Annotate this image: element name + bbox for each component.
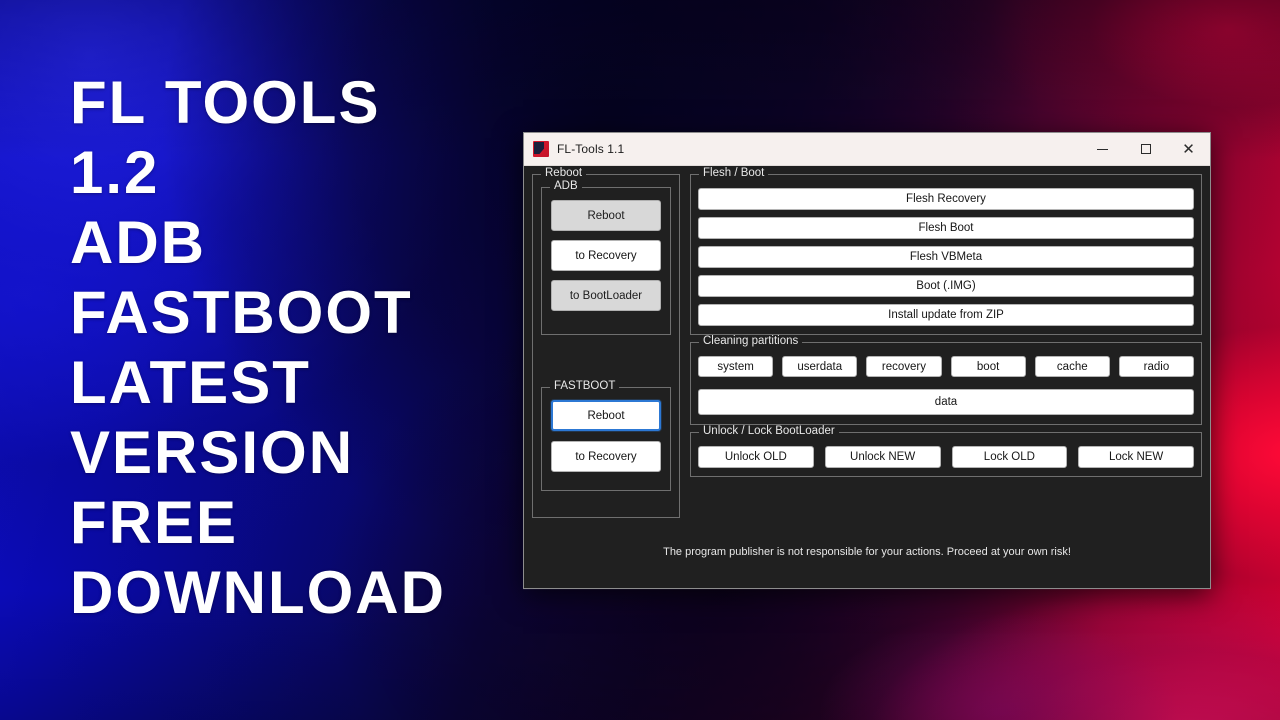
adb-to-bootloader-button[interactable]: to BootLoader: [551, 280, 661, 311]
promo-line-8: DOWNLOAD: [70, 559, 446, 626]
boot-img-button[interactable]: Boot (.IMG): [698, 275, 1194, 297]
adb-group: ADB Reboot to Recovery to BootLoader: [541, 180, 671, 335]
application-window: FL-Tools 1.1 ✕ Reboot ADB Reboot to Reco…: [523, 132, 1211, 589]
window-title: FL-Tools 1.1: [557, 142, 625, 156]
adb-to-recovery-button[interactable]: to Recovery: [551, 240, 661, 271]
maximize-button[interactable]: [1124, 133, 1167, 165]
left-column: Reboot ADB Reboot to Recovery to BootLoa…: [532, 167, 680, 518]
partition-system-button[interactable]: system: [698, 356, 774, 377]
cleaning-partitions-group: Cleaning partitions system userdata reco…: [690, 335, 1202, 425]
content-columns: Reboot ADB Reboot to Recovery to BootLoa…: [532, 167, 1202, 518]
promo-line-7: FREE: [70, 489, 239, 556]
reboot-group-title: Reboot: [541, 167, 587, 179]
close-button[interactable]: ✕: [1167, 133, 1210, 165]
flesh-recovery-button[interactable]: Flesh Recovery: [698, 188, 1194, 210]
promo-line-1: FL TOOLS: [70, 69, 381, 136]
reboot-group: Reboot ADB Reboot to Recovery to BootLoa…: [532, 167, 680, 518]
fastboot-to-recovery-button[interactable]: to Recovery: [551, 441, 661, 472]
flash-boot-group: Flesh / Boot Flesh Recovery Flesh Boot F…: [690, 167, 1202, 335]
right-column: Flesh / Boot Flesh Recovery Flesh Boot F…: [690, 167, 1202, 518]
adb-button-stack: Reboot to Recovery to BootLoader: [551, 200, 661, 311]
unlock-button-row: Unlock OLD Unlock NEW Lock OLD Lock NEW: [698, 446, 1194, 468]
flesh-boot-button[interactable]: Flesh Boot: [698, 217, 1194, 239]
partition-data-button[interactable]: data: [698, 389, 1194, 415]
app-icon: [533, 141, 549, 157]
flash-boot-group-title: Flesh / Boot: [699, 167, 769, 179]
close-icon: ✕: [1182, 140, 1195, 158]
promo-headline: FL TOOLS 1.2 ADB FASTBOOT LATEST VERSION…: [70, 68, 500, 628]
unlock-new-button[interactable]: Unlock NEW: [824, 446, 941, 468]
window-controls: ✕: [1081, 133, 1210, 165]
unlock-lock-bootloader-group: Unlock / Lock BootLoader Unlock OLD Unlo…: [690, 425, 1202, 477]
disclaimer-text: The program publisher is not responsible…: [663, 546, 1071, 558]
cleaning-partitions-group-title: Cleaning partitions: [699, 335, 803, 347]
install-update-from-zip-button[interactable]: Install update from ZIP: [698, 304, 1194, 326]
promo-line-6: VERSION: [70, 419, 355, 486]
fastboot-reboot-button[interactable]: Reboot: [551, 400, 661, 431]
partition-boot-button[interactable]: boot: [950, 356, 1026, 377]
partition-data-row: data: [698, 389, 1194, 415]
partition-userdata-button[interactable]: userdata: [782, 356, 858, 377]
flash-button-list: Flesh Recovery Flesh Boot Flesh VBMeta B…: [698, 188, 1194, 326]
adb-reboot-button[interactable]: Reboot: [551, 200, 661, 231]
maximize-icon: [1140, 144, 1151, 154]
minimize-icon: [1097, 148, 1108, 150]
flesh-vbmeta-button[interactable]: Flesh VBMeta: [698, 246, 1194, 268]
fastboot-button-stack: Reboot to Recovery: [551, 400, 661, 472]
promo-line-5: LATEST: [70, 349, 311, 416]
unlock-old-button[interactable]: Unlock OLD: [698, 446, 814, 468]
lock-old-button[interactable]: Lock OLD: [951, 446, 1068, 468]
screenshot-root: FL TOOLS 1.2 ADB FASTBOOT LATEST VERSION…: [0, 0, 1280, 720]
fastboot-group: FASTBOOT Reboot to Recovery: [541, 380, 671, 491]
promo-line-4: FASTBOOT: [70, 279, 413, 346]
minimize-button[interactable]: [1081, 133, 1124, 165]
window-client-area: Reboot ADB Reboot to Recovery to BootLoa…: [524, 166, 1210, 588]
partition-cache-button[interactable]: cache: [1034, 356, 1110, 377]
adb-group-title: ADB: [550, 180, 582, 192]
partition-radio-button[interactable]: radio: [1118, 356, 1195, 377]
lock-new-button[interactable]: Lock NEW: [1078, 446, 1194, 468]
fastboot-group-title: FASTBOOT: [550, 380, 620, 392]
unlock-lock-group-title: Unlock / Lock BootLoader: [699, 425, 839, 437]
promo-line-3: ADB: [70, 209, 206, 276]
title-bar[interactable]: FL-Tools 1.1 ✕: [524, 133, 1210, 166]
partition-recovery-button[interactable]: recovery: [866, 356, 942, 377]
promo-line-2: 1.2: [70, 139, 160, 206]
partition-button-row: system userdata recovery boot cache radi…: [698, 356, 1195, 377]
